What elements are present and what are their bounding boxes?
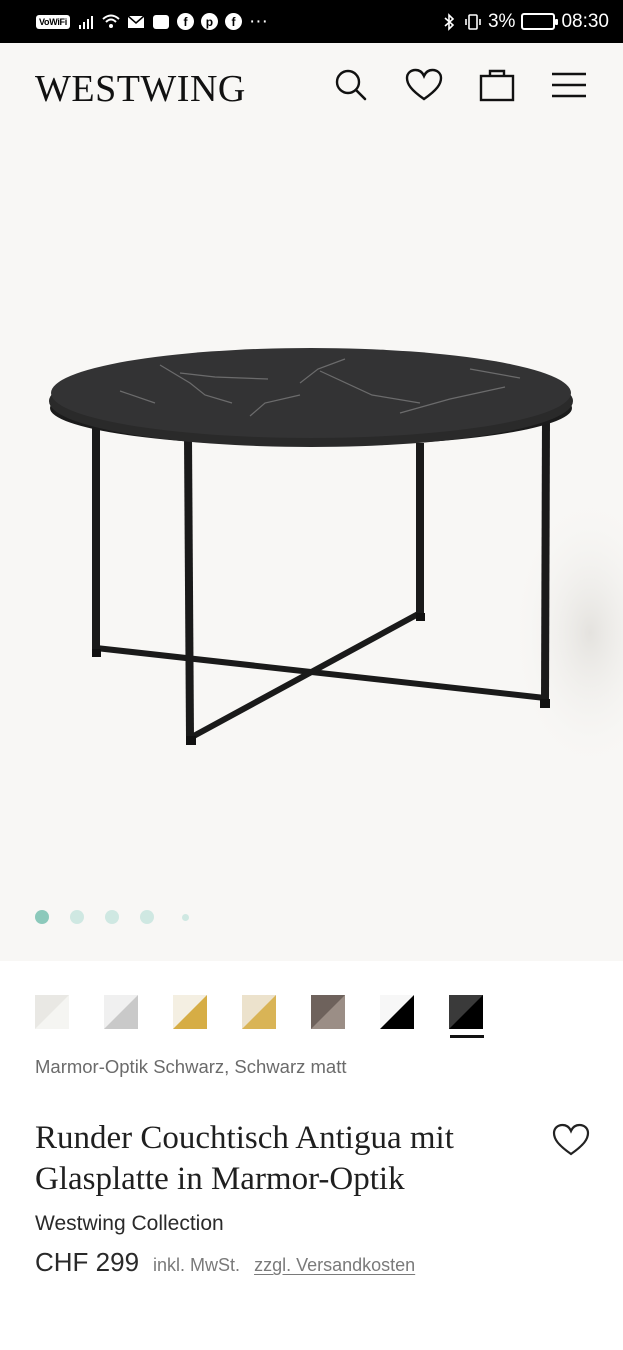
gallery-dot[interactable]	[105, 910, 119, 924]
product-image-gallery[interactable]	[0, 133, 623, 961]
status-bar: VoWiFi f p f ··· 3% 08:30	[0, 0, 623, 43]
battery-icon	[521, 13, 559, 30]
pinterest-icon: p	[200, 13, 218, 30]
color-swatch[interactable]	[104, 995, 138, 1029]
product-title: Runder Couchtisch Antigua mit Glasplatte…	[35, 1120, 454, 1197]
tax-note: inkl. MwSt.	[153, 1255, 241, 1275]
menu-icon[interactable]	[549, 65, 589, 105]
clock: 08:30	[561, 10, 609, 32]
facebook-icon-2: f	[224, 13, 242, 30]
color-swatch[interactable]	[449, 995, 483, 1029]
gallery-dot[interactable]	[70, 910, 84, 924]
color-swatch[interactable]	[173, 995, 207, 1029]
gallery-pagination	[35, 910, 189, 924]
bag-icon[interactable]	[477, 65, 517, 105]
color-swatch[interactable]	[311, 995, 345, 1029]
product-image	[49, 348, 623, 773]
selected-swatch-indicator	[450, 1035, 484, 1038]
bluetooth-icon	[444, 12, 455, 31]
app-icon	[152, 14, 169, 29]
status-left: VoWiFi f p f ···	[36, 11, 268, 33]
selected-variant-label: Marmor-Optik Schwarz, Schwarz matt	[35, 1056, 347, 1077]
price: CHF 299	[35, 1247, 140, 1277]
gallery-dot[interactable]	[140, 910, 154, 924]
color-swatches	[35, 995, 483, 1029]
gallery-dot[interactable]	[35, 910, 49, 924]
status-right: 3% 08:30	[440, 11, 609, 33]
westwing-logo[interactable]: WESTWING	[35, 67, 246, 111]
wishlist-heart-icon[interactable]	[550, 1120, 592, 1160]
heart-icon[interactable]	[404, 65, 444, 105]
facebook-icon: f	[176, 13, 194, 30]
brand-name[interactable]: Westwing Collection	[35, 1212, 224, 1236]
search-icon[interactable]	[331, 65, 371, 105]
app-header: WESTWING	[0, 43, 623, 133]
signal-icon	[78, 15, 93, 29]
vibrate-icon	[465, 13, 481, 30]
shipping-costs-link[interactable]: zzgl. Versandkosten	[254, 1255, 415, 1276]
mail-icon	[127, 14, 145, 28]
color-swatch[interactable]	[380, 995, 414, 1029]
gallery-dot[interactable]	[182, 913, 189, 921]
vowifi-badge: VoWiFi	[36, 14, 70, 29]
battery-percent: 3%	[487, 10, 516, 32]
color-swatch[interactable]	[35, 995, 69, 1029]
more-notifications: ···	[248, 10, 268, 32]
wifi-icon	[102, 14, 120, 28]
color-swatch[interactable]	[242, 995, 276, 1029]
price-row: CHF 299 inkl. MwSt. zzgl. Versandkosten	[35, 1247, 415, 1278]
